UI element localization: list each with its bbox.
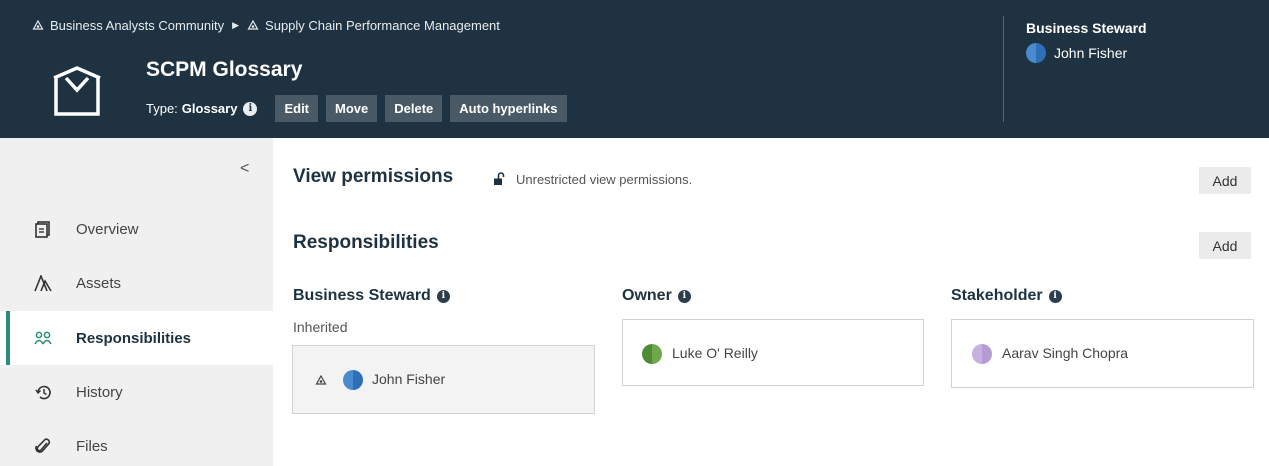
stakeholder-card[interactable]: Aarav Singh Chopra: [951, 319, 1254, 388]
responsibilities-icon: [34, 329, 52, 347]
role-title-label: Business Steward: [293, 287, 431, 304]
sidebar: < Overview Assets Responsibilities Histo…: [0, 138, 273, 466]
sidebar-item-label: History: [76, 383, 123, 401]
info-icon[interactable]: i: [677, 289, 691, 303]
community-icon: [315, 375, 327, 385]
add-responsibility-button[interactable]: Add: [1199, 232, 1251, 259]
edit-button[interactable]: Edit: [275, 95, 319, 122]
avatar: [642, 344, 662, 364]
avatar: [972, 344, 992, 364]
business-steward-name: John Fisher: [1054, 45, 1128, 61]
paperclip-icon: [34, 437, 52, 455]
role-title-label: Stakeholder: [951, 287, 1043, 304]
avatar: [343, 370, 363, 390]
responsibilities-title: Responsibilities: [293, 232, 439, 253]
community-icon: [247, 19, 259, 30]
user-name: Luke O' Reilly: [672, 345, 758, 361]
move-button[interactable]: Move: [326, 95, 378, 122]
delete-button[interactable]: Delete: [385, 95, 443, 122]
sidebar-item-assets[interactable]: Assets: [0, 256, 273, 310]
sidebar-item-label: Overview: [76, 220, 139, 238]
info-icon[interactable]: i: [243, 101, 258, 116]
type-label: Type:: [146, 101, 178, 116]
asset-type-row: Type: Glossary i Edit Move Delete Auto h…: [146, 95, 567, 122]
business-steward-user[interactable]: John Fisher: [1026, 43, 1127, 63]
sidebar-item-history[interactable]: History: [0, 365, 273, 419]
role-business-steward-title: Business Steward i: [293, 287, 450, 305]
view-permissions-note: Unrestricted view permissions.: [516, 172, 693, 187]
collapse-sidebar-icon[interactable]: <: [240, 160, 249, 178]
info-icon[interactable]: i: [1048, 289, 1062, 303]
breadcrumb-item-domain[interactable]: Supply Chain Performance Management: [265, 18, 500, 33]
info-icon[interactable]: i: [436, 289, 450, 303]
owner-card[interactable]: Luke O' Reilly: [622, 319, 924, 386]
breadcrumb: Business Analysts Community ▶ Supply Cha…: [32, 18, 500, 33]
overview-icon: [34, 220, 52, 238]
community-icon: [32, 19, 44, 30]
role-stakeholder-title: Stakeholder i: [951, 287, 1062, 305]
history-icon: [34, 383, 52, 401]
business-steward-card[interactable]: John Fisher: [292, 345, 595, 414]
page-title: SCPM Glossary: [146, 58, 303, 81]
sidebar-item-responsibilities[interactable]: Responsibilities: [0, 311, 273, 365]
type-value: Glossary: [181, 101, 238, 116]
role-owner-title: Owner i: [622, 287, 691, 305]
breadcrumb-item-community[interactable]: Business Analysts Community: [50, 18, 224, 33]
page-header: Business Analysts Community ▶ Supply Cha…: [0, 0, 1269, 138]
breadcrumb-separator-icon: ▶: [232, 20, 240, 30]
business-steward-label: Business Steward: [1026, 20, 1147, 36]
avatar: [1026, 43, 1046, 63]
sidebar-item-overview[interactable]: Overview: [0, 202, 273, 256]
sidebar-item-label: Assets: [76, 274, 122, 292]
unlocked-icon: [494, 172, 505, 185]
auto-hyperlinks-button[interactable]: Auto hyperlinks: [450, 95, 567, 122]
sidebar-item-files[interactable]: Files: [0, 419, 273, 466]
assets-icon: [34, 274, 52, 292]
add-view-permission-button[interactable]: Add: [1199, 167, 1251, 194]
glossary-icon: [53, 66, 101, 116]
header-divider: [1003, 16, 1004, 122]
user-name: John Fisher: [372, 371, 446, 387]
view-permissions-title: View permissions: [293, 166, 454, 187]
role-title-label: Owner: [622, 287, 672, 304]
sidebar-item-label: Responsibilities: [76, 329, 192, 347]
user-name: Aarav Singh Chopra: [1002, 345, 1129, 361]
sidebar-item-label: Files: [76, 437, 108, 455]
inherited-label: Inherited: [293, 319, 348, 335]
